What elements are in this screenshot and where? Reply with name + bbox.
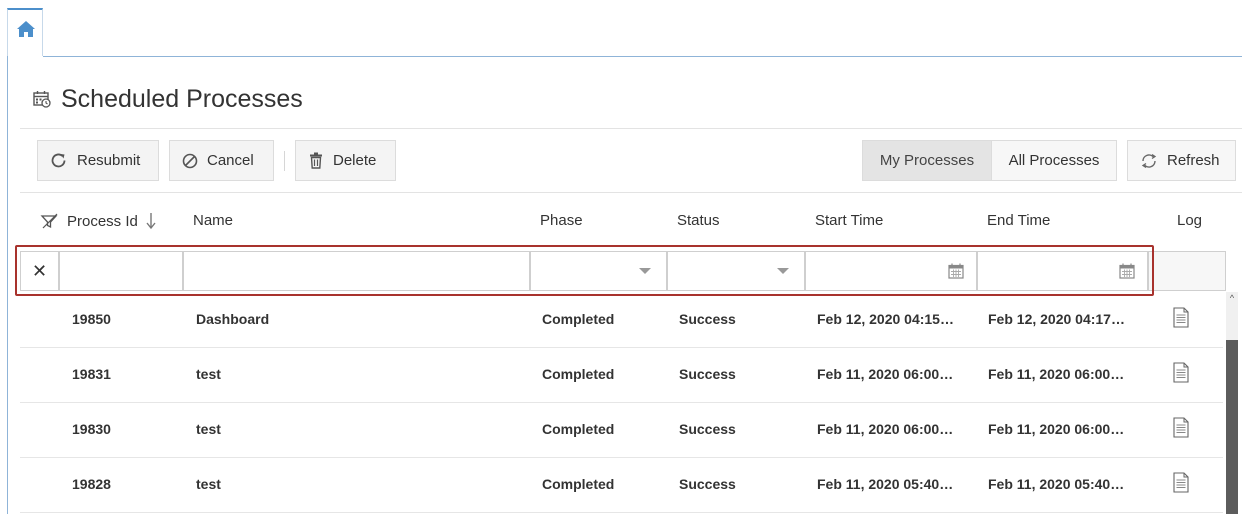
table-row[interactable]: 19828 test Completed Success Feb 11, 202… (20, 457, 1223, 513)
resubmit-icon (51, 153, 66, 167)
column-header-end-time[interactable]: End Time (987, 212, 1050, 229)
log-document-icon[interactable] (1173, 417, 1189, 438)
delete-label: Delete (333, 152, 377, 169)
process-id-header-label: Process Id (67, 212, 138, 230)
cancel-icon (182, 153, 198, 168)
process-id-cell: 19850 (72, 311, 111, 327)
status-cell: Success (679, 421, 736, 437)
my-processes-toggle[interactable]: My Processes (862, 140, 992, 181)
content-border (7, 56, 8, 514)
phase-cell: Completed (542, 476, 615, 492)
refresh-icon (1141, 153, 1157, 168)
status-cell: Success (679, 366, 736, 382)
process-id-cell: 19830 (72, 421, 111, 437)
name-cell: test (196, 366, 221, 382)
all-processes-toggle[interactable]: All Processes (991, 140, 1117, 181)
filter-icon (40, 213, 58, 229)
status-cell: Success (679, 311, 736, 327)
end-time-cell: Feb 11, 2020 06:00… (988, 421, 1125, 437)
start-time-cell: Feb 11, 2020 05:40… (817, 476, 954, 492)
trash-icon (310, 152, 322, 169)
column-header-process-id[interactable]: Process Id (40, 212, 157, 230)
top-nav (0, 0, 1242, 57)
name-cell: Dashboard (196, 311, 270, 327)
toolbar-separator (284, 151, 285, 171)
scrollbar-thumb[interactable] (1226, 340, 1238, 514)
end-time-cell: Feb 12, 2020 04:17… (988, 311, 1125, 327)
end-time-cell: Feb 11, 2020 06:00… (988, 366, 1125, 382)
refresh-button[interactable]: Refresh (1127, 140, 1236, 181)
table-row[interactable]: 19831 test Completed Success Feb 11, 202… (20, 347, 1223, 403)
start-time-cell: Feb 11, 2020 06:00… (817, 366, 954, 382)
cancel-label: Cancel (207, 152, 254, 169)
all-processes-label: All Processes (1008, 152, 1100, 169)
log-document-icon[interactable] (1173, 362, 1189, 383)
column-header-phase[interactable]: Phase (540, 212, 583, 229)
start-time-cell: Feb 11, 2020 06:00… (817, 421, 954, 437)
phase-cell: Completed (542, 421, 615, 437)
process-id-cell: 19828 (72, 476, 111, 492)
sort-down-icon[interactable] (145, 212, 157, 230)
column-header-start-time[interactable]: Start Time (815, 212, 883, 229)
log-document-icon[interactable] (1173, 307, 1189, 328)
log-document-icon[interactable] (1173, 472, 1189, 493)
divider (20, 192, 1242, 193)
resubmit-label: Resubmit (77, 152, 141, 169)
nav-border (43, 56, 1242, 57)
filter-row-highlight (15, 245, 1154, 296)
process-id-cell: 19831 (72, 366, 111, 382)
table-row[interactable]: 19850 Dashboard Completed Success Feb 12… (20, 292, 1223, 348)
name-cell: test (196, 421, 221, 437)
calendar-clock-icon (33, 91, 51, 108)
phase-cell: Completed (542, 311, 615, 327)
my-processes-label: My Processes (879, 152, 975, 169)
cancel-button[interactable]: Cancel (169, 140, 274, 181)
column-header-log: Log (1177, 212, 1203, 229)
column-header-name[interactable]: Name (193, 212, 233, 229)
name-cell: test (196, 476, 221, 492)
table-row[interactable]: 19830 test Completed Success Feb 11, 202… (20, 402, 1223, 458)
scroll-up-arrow[interactable]: ^ (1226, 292, 1238, 304)
home-tab[interactable] (7, 8, 43, 56)
end-time-cell: Feb 11, 2020 05:40… (988, 476, 1125, 492)
delete-button[interactable]: Delete (295, 140, 396, 181)
home-icon (17, 21, 35, 37)
log-filter-cell (1148, 251, 1226, 291)
page-header: Scheduled Processes (33, 82, 303, 116)
start-time-cell: Feb 12, 2020 04:15… (817, 311, 954, 327)
divider (20, 128, 1242, 129)
page-title: Scheduled Processes (61, 84, 303, 113)
status-cell: Success (679, 476, 736, 492)
refresh-label: Refresh (1167, 152, 1220, 169)
phase-cell: Completed (542, 366, 615, 382)
column-header-status[interactable]: Status (677, 212, 720, 229)
resubmit-button[interactable]: Resubmit (37, 140, 159, 181)
